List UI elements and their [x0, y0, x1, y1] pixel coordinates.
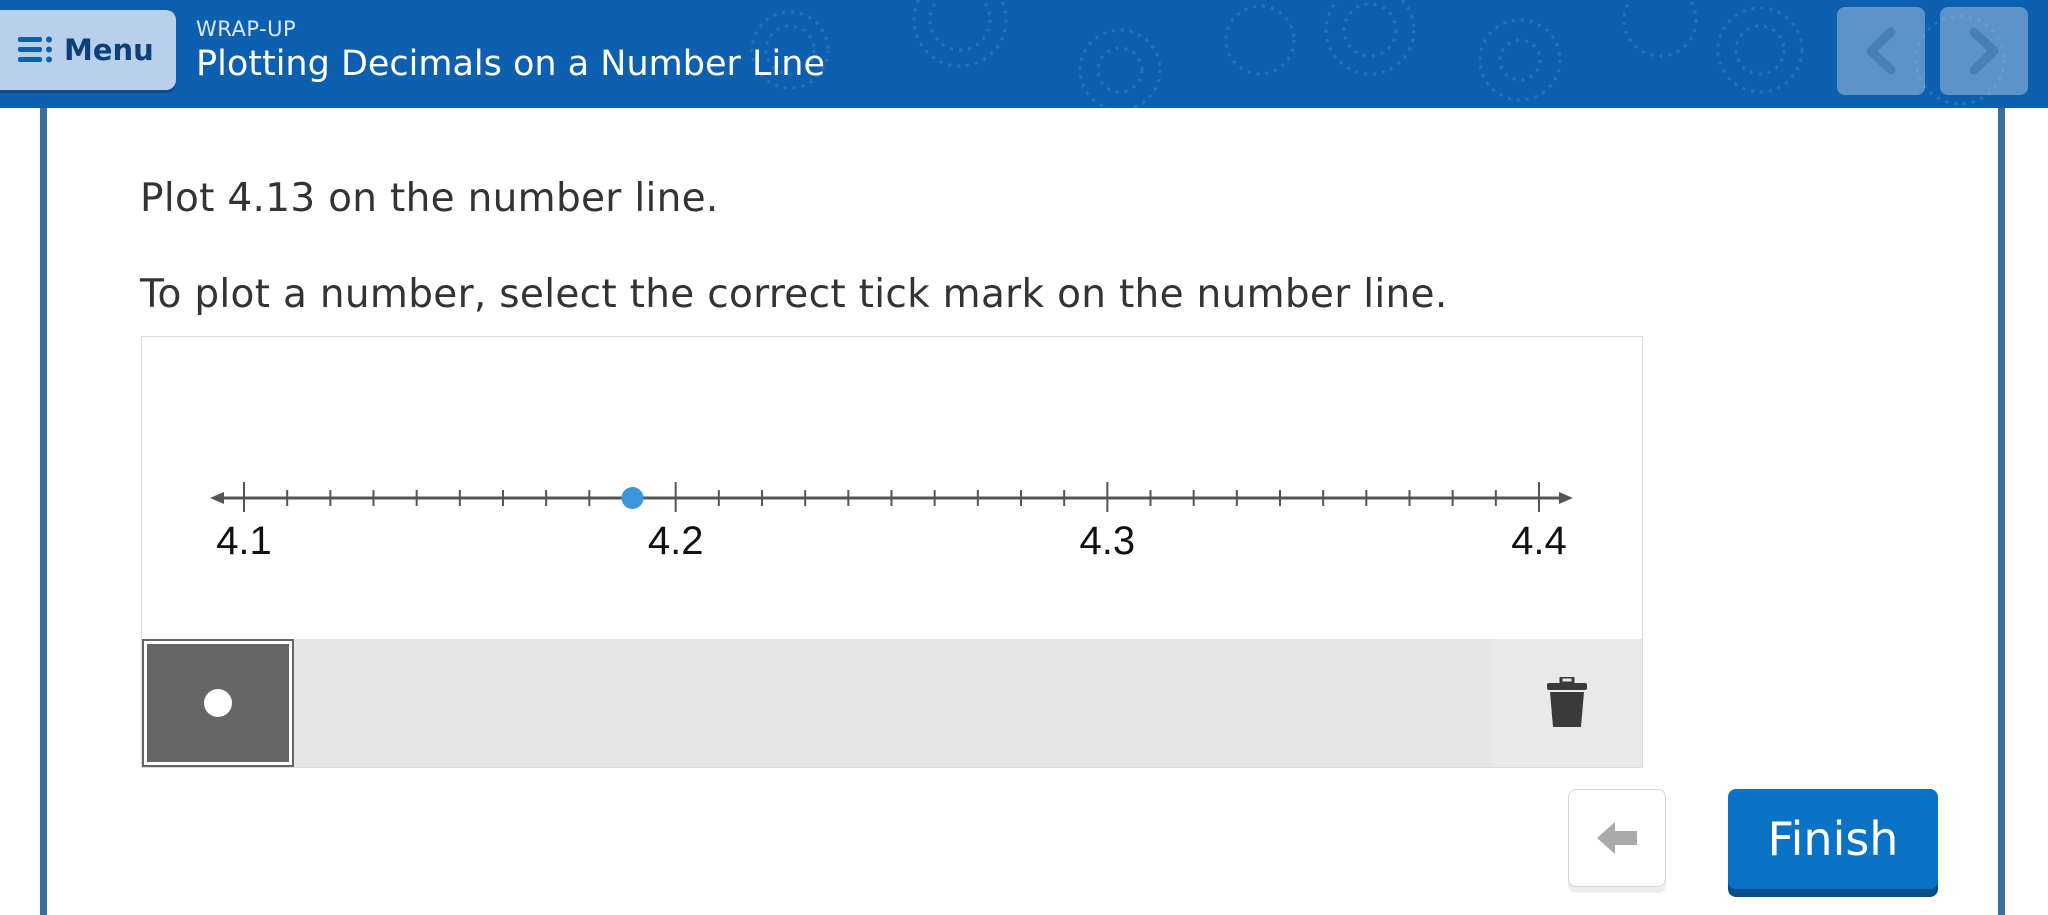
trash-icon — [1547, 677, 1587, 727]
point-tool-icon — [204, 689, 232, 717]
header-bar: Menu WRAP-UP Plotting Decimals on a Numb… — [0, 0, 2048, 108]
menu-label: Menu — [64, 33, 154, 67]
page-title: Plotting Decimals on a Number Line — [196, 44, 825, 84]
chevron-left-icon — [1866, 27, 1896, 75]
tick-label: 4.4 — [1511, 519, 1567, 563]
number-line-widget: 4.1 4.2 4.3 4.4 — [141, 336, 1643, 768]
back-button[interactable] — [1568, 789, 1666, 887]
instruction-text: To plot a number, select the correct tic… — [140, 272, 1448, 317]
content-frame-right — [1998, 108, 2005, 915]
previous-button[interactable] — [1837, 7, 1925, 95]
next-button[interactable] — [1940, 7, 2028, 95]
delete-button[interactable] — [1492, 639, 1642, 767]
right-arrow-head — [1559, 492, 1573, 504]
menu-icon — [18, 36, 52, 63]
content-frame-left — [40, 108, 47, 915]
question-prompt: Plot 4.13 on the number line. — [140, 176, 719, 221]
chevron-right-icon — [1969, 27, 1999, 75]
tick-label: 4.1 — [216, 519, 272, 563]
tool-bar — [142, 639, 1642, 767]
tick-label: 4.3 — [1080, 519, 1136, 563]
tick-label: 4.2 — [648, 519, 704, 563]
section-label: WRAP-UP — [196, 17, 297, 41]
left-arrow-head — [210, 492, 224, 504]
menu-button[interactable]: Menu — [0, 10, 176, 90]
point-tool-button[interactable] — [142, 639, 294, 767]
number-line[interactable]: 4.1 4.2 4.3 4.4 — [142, 337, 1642, 637]
plotted-point[interactable] — [621, 487, 644, 509]
finish-button[interactable]: Finish — [1728, 789, 1938, 889]
back-arrow-icon — [1597, 822, 1637, 854]
